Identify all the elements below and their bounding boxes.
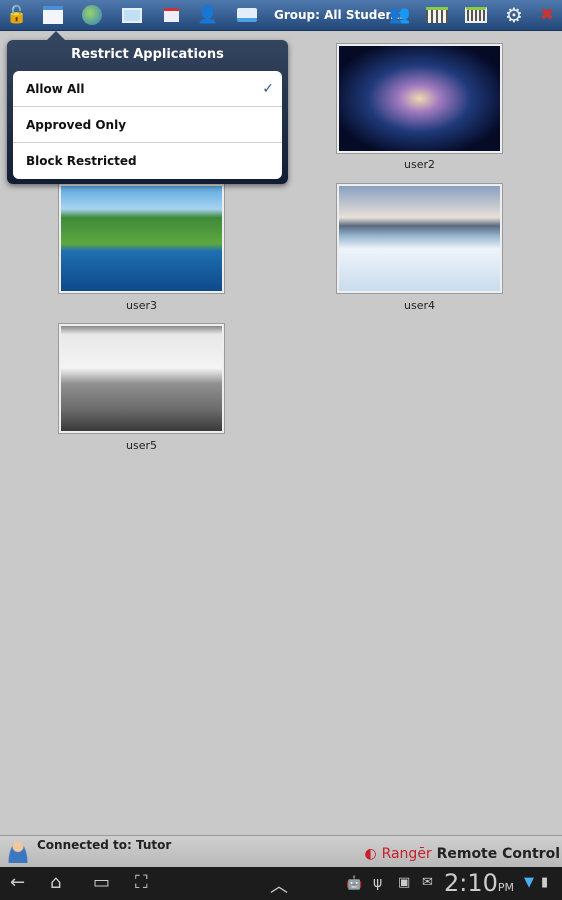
group-icon[interactable]: 👥: [389, 4, 411, 26]
store-icon: ▣: [398, 875, 411, 890]
brand-logo: ◐ Rangēr Remote Control: [364, 846, 560, 862]
student-thumbnail-user3[interactable]: [58, 183, 225, 294]
option-label: Block Restricted: [26, 154, 137, 168]
user-avatar-icon: [8, 841, 28, 863]
android-navbar: ← ⌂ ▭ ⛶ ︿ 🤖 ψ ▣ ✉ 2:10PM ▼ ▮: [0, 867, 562, 900]
option-allow-all[interactable]: Allow All ✓: [13, 71, 282, 107]
user-logout-icon[interactable]: 👤: [197, 4, 219, 26]
thumbnail-view-icon[interactable]: [465, 4, 487, 26]
option-approved-only[interactable]: Approved Only: [13, 107, 282, 143]
mail-icon: ✉: [422, 875, 433, 890]
student-thumbnail-user5[interactable]: [58, 323, 225, 434]
printer-icon[interactable]: [236, 4, 258, 26]
status-bar: Connected to: Tutor ◐ Rangēr Remote Cont…: [0, 835, 562, 867]
clock-ampm: PM: [497, 881, 515, 894]
restrict-applications-icon[interactable]: [42, 4, 64, 26]
back-icon[interactable]: ←: [10, 872, 25, 893]
recent-apps-icon[interactable]: ▭: [93, 872, 110, 893]
home-icon[interactable]: ⌂: [50, 872, 61, 893]
group-label[interactable]: Group: All Students: [274, 8, 407, 22]
chevron-up-icon[interactable]: ︿: [270, 872, 288, 898]
screenshot-icon[interactable]: ⛶: [135, 872, 148, 893]
popup-title: Restrict Applications: [71, 47, 224, 62]
student-thumbnail-user2[interactable]: [336, 43, 503, 154]
android-debug-icon: 🤖: [346, 876, 363, 891]
student-name: user2: [404, 158, 435, 171]
student-thumbnail-user4[interactable]: [336, 183, 503, 294]
brand-ranger: Rangēr: [381, 846, 432, 862]
wifi-icon: ▼: [524, 875, 534, 890]
option-label: Allow All: [26, 82, 85, 96]
print-restrict-icon[interactable]: [160, 4, 182, 26]
student-name: user4: [404, 299, 435, 312]
usb-icon: ψ: [373, 875, 383, 891]
option-label: Approved Only: [26, 118, 127, 132]
clock-time: 2:10: [444, 869, 498, 897]
unlock-icon[interactable]: 🔓: [6, 4, 28, 26]
clock: 2:10PM: [444, 869, 514, 897]
web-icon[interactable]: [81, 4, 103, 26]
disconnect-icon[interactable]: ✖: [536, 4, 558, 26]
connection-status: Connected to: Tutor: [37, 838, 172, 852]
restrict-applications-popup: Restrict Applications Allow All ✓ Approve…: [7, 31, 288, 184]
thumbnail-grid-icon[interactable]: [426, 4, 448, 26]
toolbar: 🔓 👤 Group: All Students 👥 ⚙ ✖: [0, 0, 562, 31]
screen-icon[interactable]: [121, 4, 143, 26]
student-name: user3: [126, 299, 157, 312]
checkmark-icon: ✓: [262, 81, 274, 97]
settings-icon[interactable]: ⚙: [503, 3, 525, 27]
battery-icon: ▮: [541, 875, 549, 890]
student-name: user5: [126, 439, 157, 452]
brand-remote-control: Remote Control: [436, 846, 560, 862]
option-block-restricted[interactable]: Block Restricted: [13, 143, 282, 179]
